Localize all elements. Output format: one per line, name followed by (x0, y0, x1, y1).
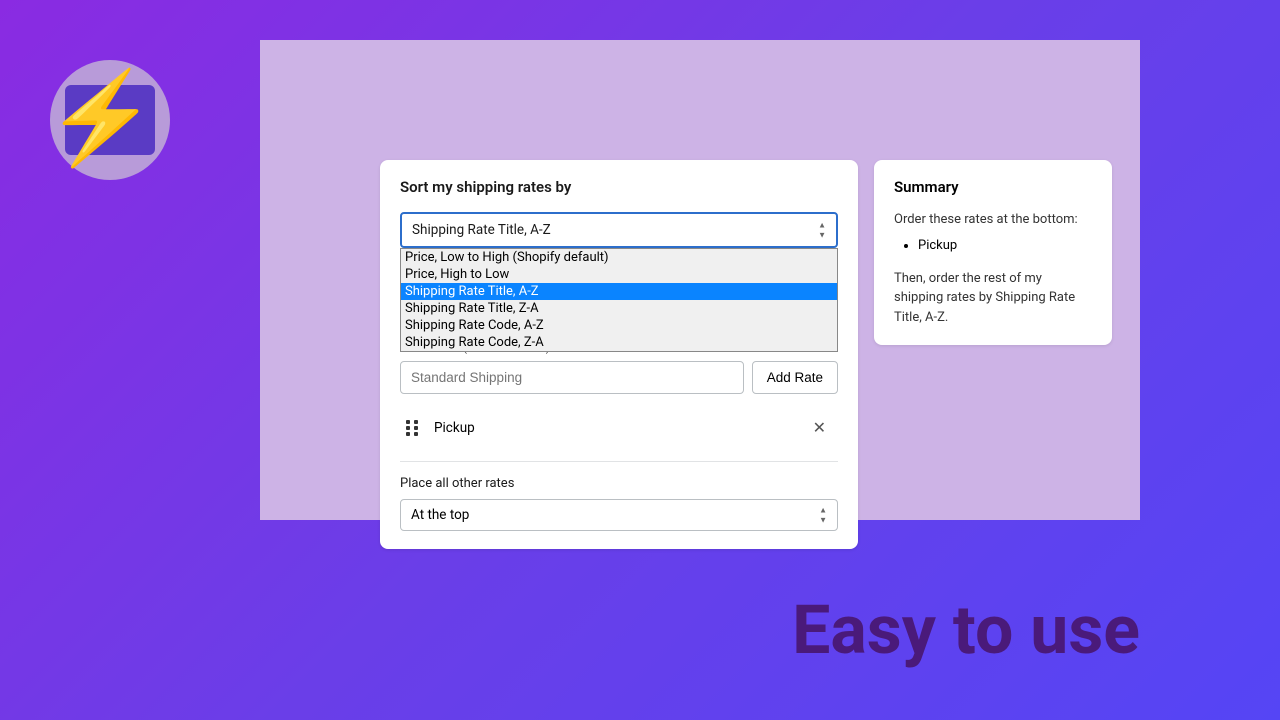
place-label: Place all other rates (400, 476, 838, 491)
rate-input-row: Add Rate (400, 361, 838, 394)
pinned-rate-name: Pickup (434, 420, 807, 436)
marketing-headline: Easy to use (792, 590, 1140, 670)
summary-line2: Then, order the rest of my shipping rate… (894, 269, 1092, 328)
sort-select[interactable]: Shipping Rate Title, A-Z ▲▼ (400, 212, 838, 248)
place-select-value: At the top (411, 507, 469, 523)
sort-settings-card: Sort my shipping rates by Shipping Rate … (380, 160, 858, 549)
summary-card: Summary Order these rates at the bottom:… (874, 160, 1112, 345)
sort-select-value: Shipping Rate Title, A-Z (412, 222, 551, 238)
summary-heading: Summary (894, 178, 1092, 196)
place-select-wrap: At the top ▲▼ (400, 499, 838, 531)
app-logo: ⚡ (50, 60, 170, 180)
rate-name-input[interactable] (400, 361, 744, 394)
sort-select-wrap: Shipping Rate Title, A-Z ▲▼ Price, Low t… (400, 212, 838, 248)
sort-title: Sort my shipping rates by (400, 178, 838, 196)
chevron-updown-icon: ▲▼ (818, 221, 826, 240)
dropdown-option[interactable]: Price, Low to High (Shopify default) (401, 249, 837, 266)
summary-list-item: Pickup (918, 238, 1092, 253)
chevron-updown-icon: ▲▼ (819, 506, 827, 525)
dropdown-option[interactable]: Price, High to Low (401, 266, 837, 283)
summary-list: Pickup (918, 238, 1092, 253)
add-rate-button[interactable]: Add Rate (752, 361, 838, 394)
drag-handle-icon[interactable] (406, 420, 420, 436)
pinned-rate-row: Pickup ✕ (400, 408, 838, 447)
lightning-icon: ⚡ (45, 65, 157, 170)
dropdown-option[interactable]: Shipping Rate Code, A-Z (401, 317, 837, 334)
summary-line1: Order these rates at the bottom: (894, 210, 1092, 230)
dropdown-option[interactable]: Shipping Rate Code, Z-A (401, 334, 837, 351)
dropdown-option[interactable]: Shipping Rate Title, Z-A (401, 300, 837, 317)
remove-rate-icon[interactable]: ✕ (807, 418, 832, 437)
content-panel: Sort my shipping rates by Shipping Rate … (260, 40, 1140, 520)
place-select[interactable]: At the top ▲▼ (400, 499, 838, 531)
dropdown-option[interactable]: Shipping Rate Title, A-Z (401, 283, 837, 300)
divider (400, 461, 838, 462)
sort-dropdown: Price, Low to High (Shopify default) Pri… (400, 248, 838, 352)
